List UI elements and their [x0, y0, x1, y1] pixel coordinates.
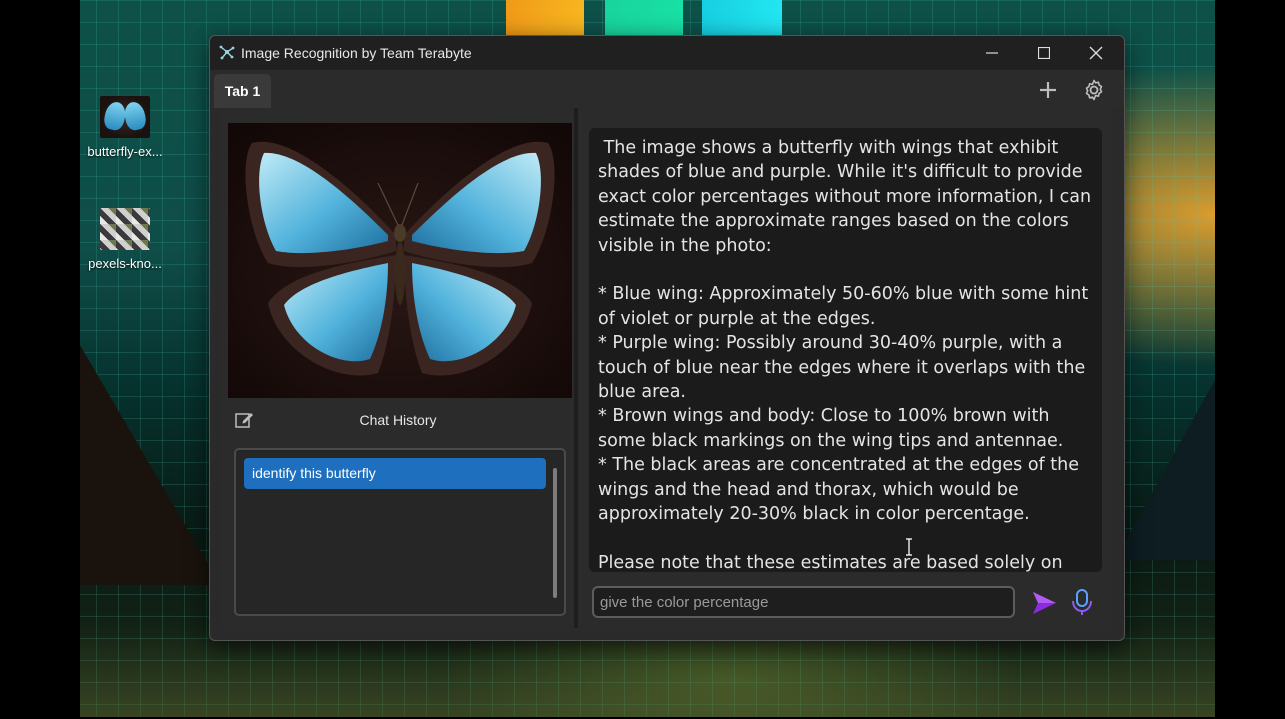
- wallpaper-dark-band: [8, 0, 80, 717]
- settings-gear-icon[interactable]: [1082, 78, 1106, 102]
- right-panel: The image shows a butterfly with wings t…: [578, 108, 1112, 630]
- prompt-input[interactable]: [592, 586, 1015, 618]
- chat-history-header: Chat History: [222, 404, 574, 434]
- pyramid-right: [1115, 380, 1215, 560]
- pyramid-left: [80, 345, 220, 585]
- uploaded-image-preview: [228, 123, 572, 398]
- desktop-file-butterfly[interactable]: butterfly-ex...: [80, 96, 170, 159]
- butterfly-image-thumbnail-icon: [100, 96, 150, 138]
- title-bar[interactable]: Image Recognition by Team Terabyte: [210, 36, 1124, 70]
- pexels-image-thumbnail-icon: [100, 208, 150, 250]
- tab-bar: Tab 1: [210, 70, 1124, 108]
- main-content: Chat History identify this butterfly The…: [222, 108, 1112, 630]
- maximize-button[interactable]: [1018, 36, 1070, 70]
- response-output[interactable]: The image shows a butterfly with wings t…: [589, 128, 1102, 572]
- neon-bar-green: [605, 0, 683, 36]
- text-cursor-icon: [906, 538, 912, 556]
- minimize-icon: [986, 52, 998, 54]
- close-icon: [1089, 46, 1103, 60]
- desktop-file-label: pexels-kno...: [88, 256, 162, 271]
- app-logo-icon: [219, 45, 235, 60]
- close-button[interactable]: [1070, 36, 1122, 70]
- window-title: Image Recognition by Team Terabyte: [241, 45, 472, 61]
- app-window: Image Recognition by Team Terabyte Tab 1: [209, 35, 1125, 641]
- desktop-file-pexels[interactable]: pexels-kno...: [80, 208, 170, 271]
- microphone-icon[interactable]: [1070, 588, 1094, 616]
- left-panel: Chat History identify this butterfly: [222, 108, 574, 630]
- response-text: The image shows a butterfly with wings t…: [598, 138, 1092, 572]
- desktop-file-label: butterfly-ex...: [87, 144, 163, 159]
- neon-bar-orange: [506, 0, 584, 36]
- history-scrollbar[interactable]: [553, 468, 557, 598]
- minimize-button[interactable]: [966, 36, 1018, 70]
- maximize-icon: [1038, 47, 1050, 59]
- butterfly-image: [228, 123, 572, 398]
- neon-bar-cyan: [702, 0, 782, 36]
- send-icon[interactable]: [1030, 589, 1058, 617]
- add-tab-button[interactable]: [1036, 78, 1060, 102]
- tab-1[interactable]: Tab 1: [214, 74, 271, 108]
- history-item-selected[interactable]: identify this butterfly: [244, 458, 546, 489]
- chat-history-title: Chat History: [359, 412, 437, 428]
- chat-history-list: identify this butterfly: [234, 448, 566, 616]
